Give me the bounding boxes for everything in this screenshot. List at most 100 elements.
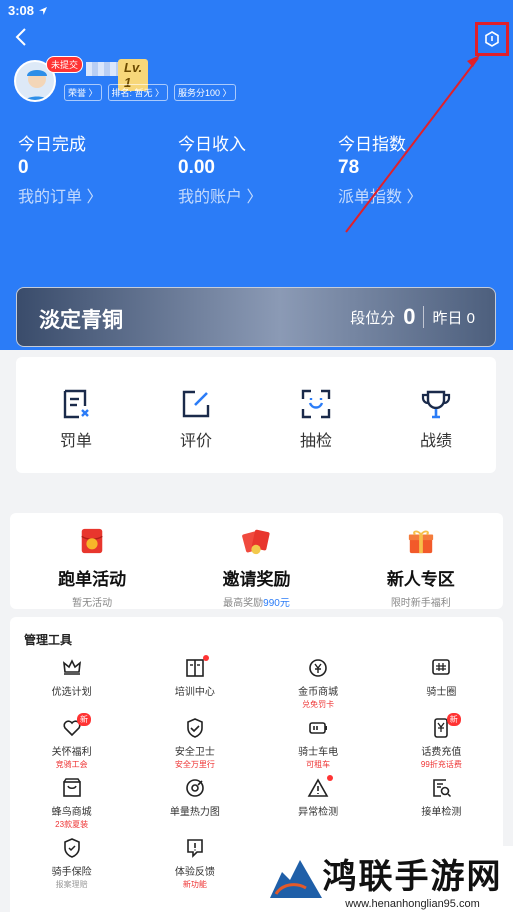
management-item-sub: 报案理赔 [55, 880, 88, 889]
stat-index[interactable]: 今日指数 78 派单指数 〉 [338, 130, 498, 207]
management-title: 管理工具 [24, 633, 73, 647]
management-item-label: 异常检测 [298, 807, 339, 818]
rank-title: 淡定青铜 [39, 309, 123, 332]
promo-subtitle: 暂无活动 [72, 598, 113, 609]
divider [423, 306, 425, 328]
management-item[interactable]: 骑士车电 可租车 [257, 717, 380, 777]
location-icon [39, 6, 48, 15]
notification-dot [326, 775, 333, 781]
promo-subtitle: 最高奖励990元 [223, 594, 290, 609]
shield-icon [187, 718, 203, 738]
stat-label: 今日指数 [338, 135, 406, 154]
quick-tools: 罚单 评价 抽检 战绩 [16, 357, 496, 473]
promo-sub-text: 最高奖励 [223, 598, 264, 609]
stat-income[interactable]: 今日收入 0.00 我的账户 〉 [178, 130, 338, 207]
stat-value: 0 [18, 157, 29, 178]
ranking-chip[interactable]: 排名: 暂无 〉 [107, 84, 169, 101]
management-item-label: 优选计划 [51, 687, 92, 698]
management-item-sub: 新功能 [182, 880, 207, 889]
face-scan-icon [301, 389, 331, 419]
management-item[interactable]: 关怀福利 竞骑工会 新 [10, 713, 133, 777]
management-item-sub: 安全万里行 [174, 760, 215, 769]
gift-icon [408, 530, 433, 554]
management-item-label: 培训中心 [174, 687, 215, 698]
promo-amount: 990元 [263, 598, 290, 609]
management-item-label: 体验反馈 [174, 867, 215, 878]
tool-record[interactable]: 战绩 [376, 357, 496, 473]
new-badge: 新 [446, 713, 461, 726]
status-bar: 3:08 [8, 3, 48, 18]
management-item[interactable]: 骑士圈 [380, 657, 503, 717]
management-item-label: 单量热力图 [169, 807, 220, 818]
management-item-label: 蜂鸟商城 [51, 807, 92, 818]
management-item[interactable]: 优选计划 [10, 657, 133, 717]
tool-label: 评价 [179, 433, 212, 450]
management-item-label: 关怀福利 [51, 747, 92, 758]
management-item[interactable]: 话费充值 99折充话费 新 [380, 713, 503, 777]
crown-icon [62, 659, 81, 675]
heatmap-icon [186, 779, 204, 797]
daily-stats: 今日完成 0 我的订单 〉 今日收入 0.00 我的账户 〉 今日指数 78 派… [18, 130, 498, 207]
rank-card[interactable]: 淡定青铜 段位分 0 昨日 0 [16, 287, 496, 347]
management-item[interactable]: 单量热力图 [133, 777, 256, 837]
dispatch-index-link[interactable]: 派单指数 〉 [338, 183, 498, 207]
management-item[interactable]: 安全卫士 安全万里行 [133, 717, 256, 777]
coin-icon [309, 659, 327, 677]
management-item[interactable]: 体验反馈 新功能 [133, 837, 256, 897]
rider-name [86, 62, 122, 76]
promo-running-activity[interactable]: 跑单活动 暂无活动 [10, 513, 174, 609]
tool-inspection[interactable]: 抽检 [256, 357, 376, 473]
honor-chip[interactable]: 荣誉 〉 [64, 84, 102, 101]
settings-icon [485, 31, 499, 47]
rank-score-label: 段位分 [350, 309, 396, 327]
tool-label: 罚单 [59, 433, 92, 450]
settings-button[interactable] [475, 22, 509, 56]
management-item-sub: 23款夏装 [55, 820, 89, 829]
tool-review[interactable]: 评价 [136, 357, 256, 473]
management-item[interactable]: 金币商城 兑免罚卡 [257, 657, 380, 717]
promo-title: 邀请奖励 [222, 570, 291, 589]
watermark: 鸿联手游网 www.henanhonglian95.com [262, 846, 513, 912]
ticket-icon [63, 389, 89, 419]
red-envelope-icon [81, 528, 103, 554]
management-item-label: 金币商城 [298, 687, 339, 698]
notification-dot [203, 655, 210, 661]
management-item-label: 安全卫士 [174, 747, 215, 758]
stat-completed[interactable]: 今日完成 0 我的订单 〉 [18, 130, 178, 207]
my-account-link[interactable]: 我的账户 〉 [178, 183, 338, 207]
management-item[interactable]: 异常检测 [257, 775, 380, 837]
management-item-label: 骑士车电 [298, 747, 339, 758]
red-envelopes-icon [242, 529, 271, 555]
management-item[interactable]: 接单检测 [380, 777, 503, 837]
stat-label: 今日收入 [178, 135, 246, 154]
my-orders-link[interactable]: 我的订单 〉 [18, 183, 178, 207]
management-item-sub: 兑免罚卡 [302, 700, 335, 709]
yesterday-score: 昨日 0 [432, 309, 475, 327]
management-item[interactable]: 培训中心 [133, 655, 256, 717]
back-icon[interactable] [12, 26, 32, 48]
management-item[interactable]: 骑手保险 报案理赔 [10, 837, 133, 897]
promo-title: 跑单活动 [58, 570, 127, 589]
new-badge: 新 [77, 713, 91, 726]
tool-penalty[interactable]: 罚单 [16, 357, 136, 473]
status-time: 3:08 [8, 3, 35, 18]
management-item[interactable]: 蜂鸟商城 23款夏装 [10, 777, 133, 837]
hash-icon [432, 659, 451, 675]
stat-value: 78 [338, 157, 360, 178]
management-item-sub: 99折充话费 [420, 760, 462, 769]
tool-label: 战绩 [419, 433, 452, 450]
management-item-label: 接单检测 [421, 807, 462, 818]
rank-score: 0 [403, 304, 416, 329]
edit-icon [182, 390, 210, 418]
trophy-icon [421, 390, 451, 419]
management-item-label: 骑士圈 [426, 687, 457, 698]
promo-newbie-zone[interactable]: 新人专区 限时新手福利 [339, 513, 503, 609]
service-score-chip[interactable]: 服务分100 〉 [174, 84, 236, 101]
insurance-icon [63, 838, 80, 858]
promo-title: 新人专区 [386, 570, 455, 589]
management-item-label: 话费充值 [421, 747, 462, 758]
management-item-label: 骑手保险 [51, 867, 92, 878]
promo-invite-reward[interactable]: 邀请奖励 最高奖励990元 [174, 513, 338, 609]
battery-icon [309, 722, 328, 734]
feedback-icon [187, 839, 203, 858]
